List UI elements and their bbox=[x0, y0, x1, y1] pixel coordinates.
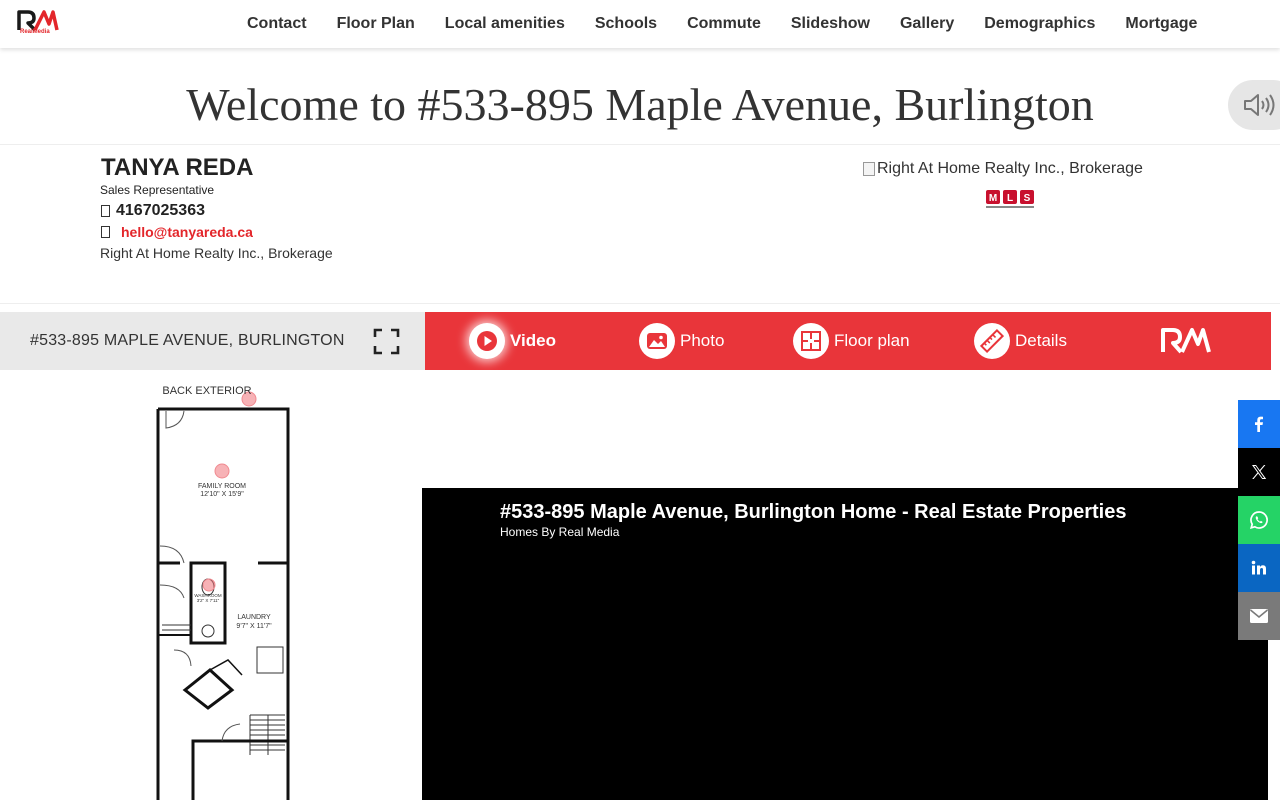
floorplan-icon bbox=[793, 323, 829, 359]
tab-photo[interactable]: Photo bbox=[639, 323, 724, 359]
label-family-room: FAMILY ROOM bbox=[198, 483, 246, 490]
fullscreen-icon[interactable] bbox=[373, 328, 400, 355]
sound-toggle-button[interactable] bbox=[1228, 80, 1280, 130]
nav-commute[interactable]: Commute bbox=[672, 15, 776, 33]
realmedia-logo-white[interactable] bbox=[1160, 326, 1212, 356]
linkedin-icon bbox=[1251, 560, 1266, 575]
svg-text:S: S bbox=[1024, 193, 1031, 204]
share-whatsapp-button[interactable] bbox=[1238, 496, 1280, 544]
logo-subtitle: RealMedia bbox=[20, 29, 50, 35]
top-navigation-bar: RealMedia Contact Floor Plan Local ameni… bbox=[0, 0, 1280, 48]
email-icon bbox=[101, 226, 110, 238]
nav-gallery[interactable]: Gallery bbox=[885, 15, 969, 33]
share-email-button[interactable] bbox=[1238, 592, 1280, 640]
label-washroom-dim: 3'2" X 7'11" bbox=[197, 598, 220, 603]
share-x-button[interactable] bbox=[1238, 448, 1280, 496]
agent-name: TANYA REDA bbox=[101, 154, 254, 181]
nav-slideshow[interactable]: Slideshow bbox=[776, 15, 885, 33]
x-icon bbox=[1252, 465, 1267, 479]
nav-demographics[interactable]: Demographics bbox=[969, 15, 1110, 33]
broken-image-icon bbox=[863, 162, 875, 176]
image-icon bbox=[639, 323, 675, 359]
brokerage-image-alt: Right At Home Realty Inc., Brokerage bbox=[877, 160, 1143, 177]
divider bbox=[0, 303, 1280, 304]
agent-phone[interactable]: 4167025363 bbox=[101, 202, 205, 220]
label-laundry: LAUNDRY bbox=[237, 614, 271, 621]
agent-phone-number[interactable]: 4167025363 bbox=[116, 202, 205, 220]
divider bbox=[0, 144, 1280, 145]
ruler-icon bbox=[974, 323, 1010, 359]
phone-icon bbox=[101, 205, 110, 217]
nav-mortgage[interactable]: Mortgage bbox=[1110, 15, 1212, 33]
tab-floor-plan-label: Floor plan bbox=[834, 331, 910, 350]
agent-email-link[interactable]: hello@tanyareda.ca bbox=[121, 224, 253, 240]
tab-floor-plan[interactable]: Floor plan bbox=[793, 323, 910, 359]
speaker-icon bbox=[1244, 94, 1275, 116]
agent-email[interactable]: hello@tanyareda.ca bbox=[101, 224, 253, 240]
agent-brokerage: Right At Home Realty Inc., Brokerage bbox=[100, 245, 333, 261]
main-nav: Contact Floor Plan Local amenities Schoo… bbox=[232, 0, 1212, 48]
svg-text:M: M bbox=[989, 193, 997, 204]
video-title[interactable]: #533-895 Maple Avenue, Burlington Home -… bbox=[500, 501, 1126, 524]
tab-photo-label: Photo bbox=[680, 331, 725, 350]
floor-plan-drawing[interactable]: BACK EXTERIOR FAMILY ROOM 12'10" X 15'9"… bbox=[0, 370, 420, 800]
share-facebook-button[interactable] bbox=[1238, 400, 1280, 448]
listing-address: #533-895 MAPLE AVENUE, BURLINGTON bbox=[30, 332, 345, 349]
hotspot-washroom[interactable] bbox=[202, 578, 216, 592]
nav-contact[interactable]: Contact bbox=[232, 15, 322, 33]
svg-text:L: L bbox=[1007, 193, 1013, 204]
page-title: Welcome to #533-895 Maple Avenue, Burlin… bbox=[186, 79, 1094, 130]
facebook-icon bbox=[1255, 416, 1263, 432]
email-icon bbox=[1249, 609, 1269, 623]
hotspot-family-room[interactable] bbox=[214, 463, 230, 479]
nav-schools[interactable]: Schools bbox=[580, 15, 672, 33]
tab-video[interactable]: Video bbox=[469, 323, 556, 359]
agent-title: Sales Representative bbox=[100, 183, 215, 197]
label-back-exterior: BACK EXTERIOR bbox=[162, 385, 251, 397]
nav-local-amenities[interactable]: Local amenities bbox=[430, 15, 580, 33]
play-icon bbox=[469, 323, 505, 359]
mls-logo: M L S bbox=[986, 190, 1034, 208]
label-laundry-dim: 9'7" X 11'7" bbox=[236, 623, 272, 630]
share-linkedin-button[interactable] bbox=[1238, 544, 1280, 592]
brokerage-logo-image: Right At Home Realty Inc., Brokerage bbox=[863, 160, 1143, 178]
tab-details[interactable]: Details bbox=[974, 323, 1067, 359]
tab-details-label: Details bbox=[1015, 331, 1067, 350]
nav-floor-plan[interactable]: Floor Plan bbox=[322, 15, 430, 33]
whatsapp-icon bbox=[1249, 511, 1268, 530]
label-family-room-dim: 12'10" X 15'9" bbox=[200, 491, 244, 498]
tab-video-label: Video bbox=[510, 331, 556, 350]
video-channel[interactable]: Homes By Real Media bbox=[500, 525, 619, 539]
